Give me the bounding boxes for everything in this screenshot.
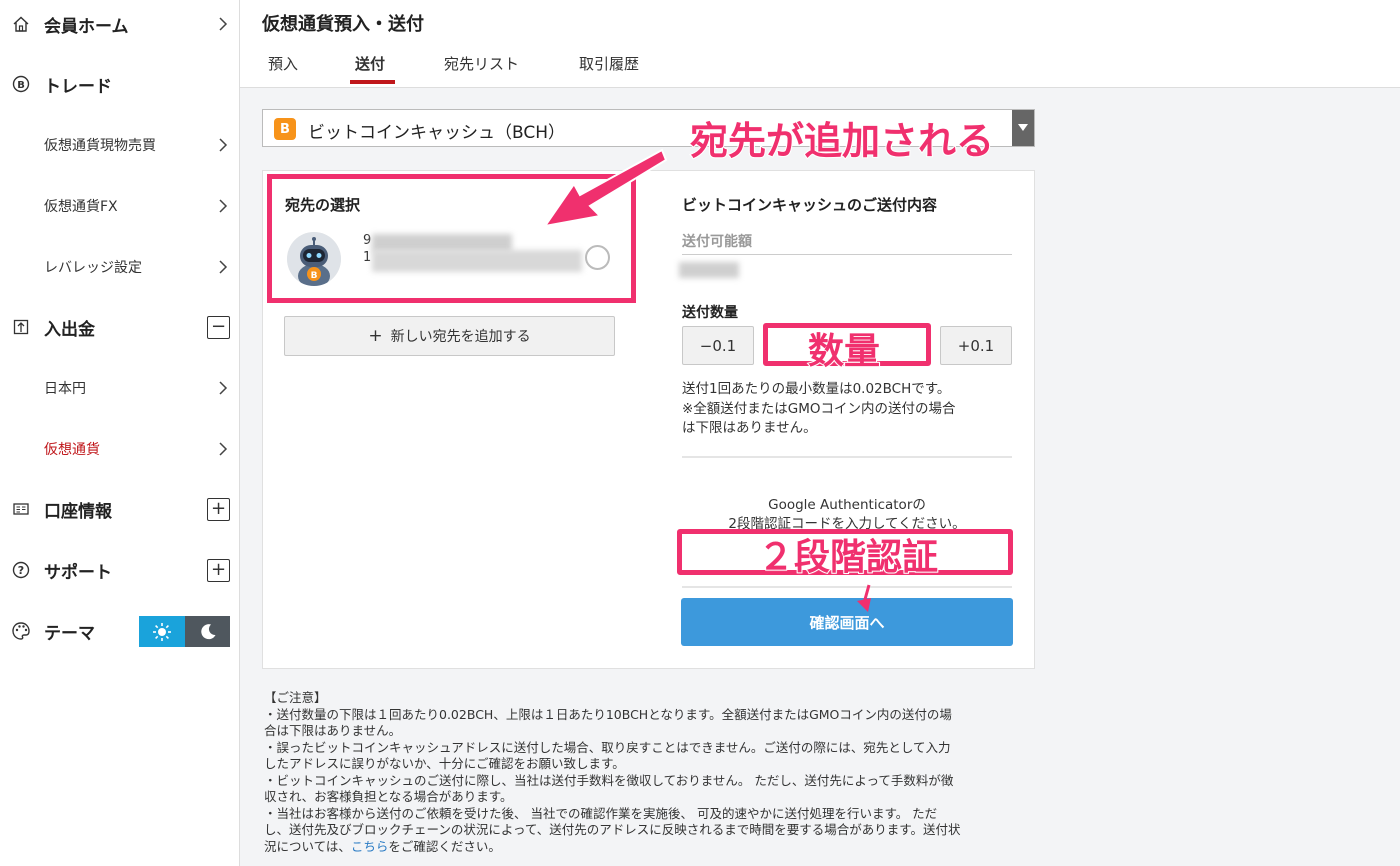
here-link[interactable]: こちら <box>351 839 389 854</box>
notice-text: 況については、 <box>264 839 351 854</box>
annotation-arrow <box>857 598 871 612</box>
notice-line: ・ビットコインキャッシュのご送付に際し、当社は送付手数料を徴収しておりません。 … <box>264 773 954 788</box>
annotation-quantity: 数量 <box>807 330 881 373</box>
annotation-arrow <box>542 148 668 228</box>
notice-line: 合は下限はありません。 <box>264 723 402 738</box>
notice-line: ・当社はお客様から送付のご依頼を受けた後、 当社での確認作業を実施後、 可及的速… <box>264 806 938 821</box>
notice-text: をご確認ください。 <box>388 839 501 854</box>
annotation-destination-added: 宛先が追加される <box>689 118 995 164</box>
notice-line: 況については、こちらをご確認ください。 <box>264 839 501 855</box>
notice-line: ・送付数量の下限は１回あたり0.02BCH、上限は１日あたり10BCHとなります… <box>264 707 952 722</box>
notice-line: 収され、お客様負担となる場合があります。 <box>264 789 513 804</box>
notice-line: し、送付先及びブロックチェーンの状況によって、送付先のアドレスに反映されるまで時… <box>264 822 961 837</box>
notice-title: 【ご注意】 <box>264 690 327 705</box>
notice-line: ・誤ったビットコインキャッシュアドレスに送付した場合、取り戻すことはできません。… <box>264 740 951 755</box>
annotation-two-factor: ２段階認証 <box>757 536 939 579</box>
notice-line: したアドレスに誤りがないか、十分にご確認をお願い致します。 <box>264 756 625 771</box>
